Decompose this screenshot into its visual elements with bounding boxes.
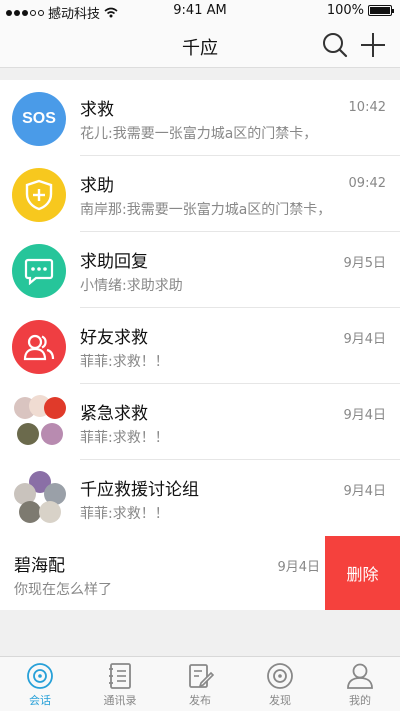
conversation-item-help[interactable]: 求助 09:42 南岸那:我需要一张富力城a区的门禁卡， bbox=[0, 156, 400, 232]
conversation-preview: 你现在怎么样了 bbox=[14, 582, 112, 598]
tab-chat[interactable]: 会话 bbox=[0, 657, 80, 711]
conversation-preview: 菲菲:求救！！ bbox=[80, 506, 169, 522]
conversation-name: 求救 bbox=[80, 100, 114, 120]
chat-bubble-icon bbox=[12, 244, 66, 298]
conversation-time: 09:42 bbox=[348, 176, 386, 191]
plus-icon bbox=[361, 33, 385, 57]
conversation-name: 好友求救 bbox=[80, 328, 148, 348]
conversation-item-swiped[interactable]: 碧海配 9月4日 你现在怎么样了 删除 bbox=[0, 536, 400, 610]
battery-info: 100% bbox=[326, 3, 394, 18]
conversation-time: 9月5日 bbox=[343, 256, 386, 271]
conversation-preview: 花儿:我需要一张富力城a区的门禁卡， bbox=[80, 126, 318, 142]
profile-icon bbox=[347, 663, 373, 689]
conversation-item-emergency[interactable]: 紧急求救 9月4日 菲菲:求救！！ bbox=[0, 384, 400, 460]
conversation-item-friend-sos[interactable]: 好友求救 9月4日 菲菲:求救！！ bbox=[0, 308, 400, 384]
search-button[interactable] bbox=[322, 32, 348, 58]
tab-label: 通讯录 bbox=[103, 694, 137, 707]
group-avatar bbox=[14, 395, 66, 449]
shield-plus-icon bbox=[12, 168, 66, 222]
status-bar: 撼动科技 9:41 AM 100% bbox=[0, 0, 400, 22]
tab-label: 我的 bbox=[349, 694, 371, 707]
conversation-preview: 小情绪:求助求助 bbox=[80, 278, 183, 294]
tab-contacts[interactable]: 通讯录 bbox=[80, 657, 160, 711]
tab-me[interactable]: 我的 bbox=[320, 657, 400, 711]
conversation-name: 求助回复 bbox=[80, 252, 148, 272]
sos-avatar-text: SOS bbox=[22, 110, 56, 127]
conversation-time: 9月4日 bbox=[343, 332, 386, 347]
delete-button[interactable]: 删除 bbox=[325, 536, 400, 610]
sos-avatar: SOS bbox=[12, 92, 66, 146]
tab-label: 会话 bbox=[29, 694, 51, 707]
conversation-name: 紧急求救 bbox=[80, 404, 148, 424]
nav-bar: 千应 bbox=[0, 22, 400, 68]
conversation-time: 10:42 bbox=[348, 100, 386, 115]
tab-label: 发布 bbox=[189, 694, 211, 707]
chat-circle-icon bbox=[27, 663, 53, 689]
group-avatar bbox=[14, 471, 66, 525]
conversation-preview: 菲菲:求救！！ bbox=[80, 430, 169, 446]
conversation-item-rescue-group[interactable]: 千应救援讨论组 9月4日 菲菲:求救！！ bbox=[0, 460, 400, 536]
conversation-item-help-reply[interactable]: 求助回复 9月5日 小情绪:求助求助 bbox=[0, 232, 400, 308]
battery-icon bbox=[368, 5, 394, 16]
conversation-time: 9月4日 bbox=[343, 484, 386, 499]
contacts-book-icon bbox=[109, 663, 131, 689]
discover-icon bbox=[267, 663, 293, 689]
battery-percent: 100% bbox=[326, 3, 364, 18]
conversation-name: 千应救援讨论组 bbox=[80, 480, 199, 500]
conversation-time: 9月4日 bbox=[343, 408, 386, 423]
add-button[interactable] bbox=[360, 32, 386, 58]
conversation-list: SOS 求救 10:42 花儿:我需要一张富力城a区的门禁卡， 求助 09:42… bbox=[0, 80, 400, 610]
swiped-content[interactable]: 碧海配 9月4日 你现在怎么样了 bbox=[0, 536, 334, 610]
conversation-name: 碧海配 bbox=[14, 556, 65, 576]
conversation-preview: 南岸那:我需要一张富力城a区的门禁卡， bbox=[80, 202, 332, 218]
tab-discover[interactable]: 发现 bbox=[240, 657, 320, 711]
tab-label: 发现 bbox=[269, 694, 291, 707]
conversation-time: 9月4日 bbox=[277, 560, 320, 575]
compose-icon bbox=[189, 664, 214, 688]
search-icon bbox=[323, 33, 348, 58]
tab-bar: 会话 通讯录 发布 发现 我的 bbox=[0, 656, 400, 711]
tab-publish[interactable]: 发布 bbox=[160, 657, 240, 711]
conversation-name: 求助 bbox=[80, 176, 114, 196]
people-icon bbox=[12, 320, 66, 374]
conversation-preview: 菲菲:求救！！ bbox=[80, 354, 169, 370]
conversation-item-sos[interactable]: SOS 求救 10:42 花儿:我需要一张富力城a区的门禁卡， bbox=[0, 80, 400, 156]
